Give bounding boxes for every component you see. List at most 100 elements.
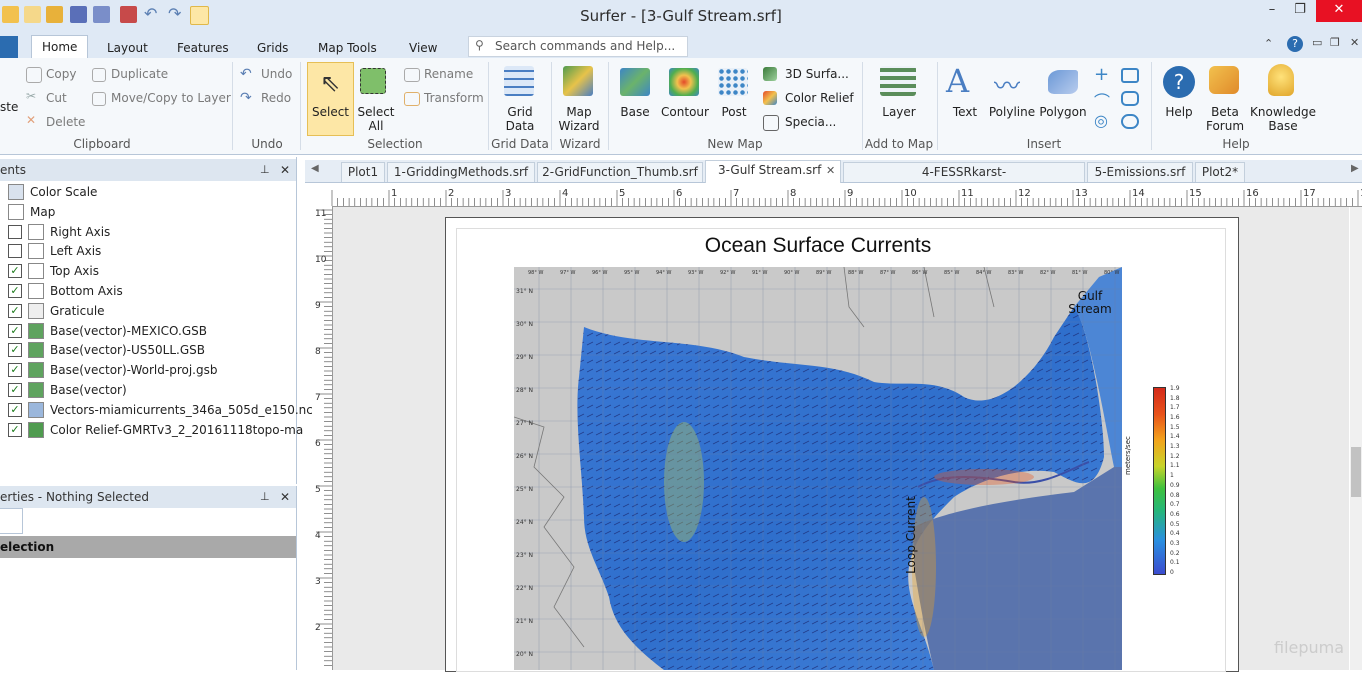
doc-tab[interactable]: 2-GridFunction_Thumb.srf [537,162,703,182]
doc-tab[interactable]: Plot2* [1195,162,1245,182]
select-button[interactable]: ⇖ Select [307,62,354,136]
layer-visibility-checkbox[interactable]: ✓ [8,323,22,338]
tab-home[interactable]: Home [31,35,89,59]
tabs-scroll-left-icon[interactable]: ◀ [311,163,319,174]
tab-close-icon[interactable]: ✕ [826,161,835,180]
minimize-button[interactable]: – [1260,0,1284,22]
search-input[interactable]: ⚲ Search commands and Help... [468,36,688,57]
tree-item[interactable]: ✓ Color Relief-GMRTv3_2_20161118topo-ma [0,420,303,440]
tree-item[interactable]: Left Axis [0,241,296,261]
tree-item[interactable]: ✓ Base(vector)-MEXICO.GSB [0,321,296,341]
panel-close-icon[interactable]: ✕ [280,159,290,181]
vertical-scrollbar[interactable] [1350,207,1362,670]
ellipse-icon[interactable]: ◎ [1094,111,1108,130]
close-button[interactable]: ✕ [1316,0,1362,22]
collapse-ribbon-icon[interactable]: ⌃ [1264,37,1273,50]
move-copy-button[interactable]: Move/Copy to Layer [111,91,231,105]
tree-item[interactable]: ✓ Base(vector) [0,380,296,400]
post-map-button[interactable]: Post [713,105,755,119]
color-relief-button[interactable]: Color Relief [785,91,854,105]
paste-button[interactable]: ste [0,100,18,114]
layer-visibility-checkbox[interactable] [8,244,22,259]
grid-data-button[interactable]: Grid Data [495,105,545,133]
tab-layout[interactable]: Layout [107,38,148,58]
doc-tab[interactable]: 1-GriddingMethods.srf [387,162,535,182]
color-scale-bar[interactable] [1153,387,1166,575]
tree-item[interactable]: ✓ Base(vector)-World-proj.gsb [0,360,296,380]
layer-button[interactable]: Layer [874,105,924,119]
layer-visibility-checkbox[interactable] [8,224,22,239]
help-circle-icon[interactable]: ? [1287,36,1303,52]
maximize-button[interactable]: ❐ [1288,0,1312,22]
copy-button[interactable]: Copy [46,67,76,81]
tab-features[interactable]: Features [177,38,229,58]
doc-tab-active[interactable]: 3-Gulf Stream.srf ✕ [705,160,841,183]
doc-tab[interactable]: Plot1 [341,162,385,182]
contour-map-button[interactable]: Contour [658,105,712,119]
properties-tab[interactable] [0,508,23,534]
3d-surface-button[interactable]: 3D Surfa... [785,67,849,81]
tree-item[interactable]: Right Axis [0,222,296,242]
rectangle-icon[interactable] [1121,68,1139,83]
layer-visibility-checkbox[interactable]: ✓ [8,343,22,358]
transform-button[interactable]: Transform [424,91,484,105]
oval-icon[interactable] [1121,114,1139,129]
redo-button[interactable]: Redo [261,91,291,105]
text-button[interactable]: Text [945,105,985,119]
select-all-button[interactable]: Select All [356,105,396,133]
scrollbar-thumb[interactable] [1351,447,1361,497]
beta-forum-button[interactable]: Beta Forum [1203,105,1247,133]
special-map-button[interactable]: Specia... [785,115,836,129]
ruler-number: 14 [1132,188,1145,199]
add-point-icon[interactable]: + [1094,64,1109,85]
rename-button[interactable]: Rename [424,67,473,81]
map-wizard-button[interactable]: Map Wizard [554,105,604,133]
map-frame[interactable]: 31° N 30° N 29° N 28° N 27° N 26° N 25° N 24° N… [514,267,1122,670]
polyline-button[interactable]: Polyline [987,105,1037,119]
base-map-button[interactable]: Base [614,105,656,119]
layer-visibility-checkbox[interactable]: ✓ [8,363,22,378]
rounded-rectangle-icon[interactable] [1121,91,1139,106]
duplicate-button[interactable]: Duplicate [111,67,168,81]
color-scale-tick-label: 1.2 [1170,452,1180,460]
tabs-scroll-right-icon[interactable]: ▶ [1351,163,1359,174]
tree-item-label: Right Axis [50,224,111,239]
curve-icon[interactable]: ⌒ [1094,88,1110,112]
layer-visibility-checkbox[interactable]: ✓ [8,402,22,417]
file-tab[interactable] [0,36,18,58]
polygon-button[interactable]: Polygon [1037,105,1089,119]
doc-tab[interactable]: 4-FESSRkarst-4_AndrewForrest_Flash.srf [843,162,1085,198]
tab-map-tools[interactable]: Map Tools [318,38,377,58]
tree-item[interactable]: ✓ Graticule [0,301,296,321]
tree-item[interactable]: Map [0,202,296,222]
undo-button[interactable]: Undo [261,67,292,81]
doc-tab[interactable]: 5-Emissions.srf [1087,162,1193,182]
layer-visibility-checkbox[interactable]: ✓ [8,422,22,437]
properties-close-icon[interactable]: ✕ [280,486,290,508]
delete-button[interactable]: Delete [46,115,85,129]
select-all-icon [360,68,386,94]
tree-item[interactable]: ✓ Bottom Axis [0,281,296,301]
color-relief-icon [763,91,777,105]
tab-grids[interactable]: Grids [257,38,288,58]
mdi-restore-icon[interactable]: ❐ [1330,36,1340,49]
tree-item[interactable]: ✓ Top Axis [0,261,296,281]
pin-icon[interactable]: ⊥ [260,159,270,181]
mdi-close-icon[interactable]: ✕ [1350,36,1359,49]
contents-panel: ents ⊥ ✕ Color Scale Map Right Axis Left Ax… [0,157,313,484]
tab-view[interactable]: View [409,38,437,58]
mdi-minimize-icon[interactable]: ▭ [1312,36,1322,49]
layer-visibility-checkbox[interactable]: ✓ [8,383,22,397]
cut-button[interactable]: Cut [46,91,67,105]
layer-visibility-checkbox[interactable]: ✓ [8,303,22,318]
tree-item[interactable]: Color Scale [0,182,296,202]
help-button[interactable]: Help [1159,105,1199,119]
properties-pin-icon[interactable]: ⊥ [260,486,270,508]
tree-item[interactable]: ✓ Base(vector)-US50LL.GSB [0,340,296,360]
knowledge-base-button[interactable]: Knowledge Base [1250,105,1316,133]
layer-visibility-checkbox[interactable]: ✓ [8,284,22,298]
layer-visibility-checkbox[interactable]: ✓ [8,264,22,279]
duplicate-icon [92,68,106,82]
tree-item[interactable]: ✓ Vectors-miamicurrents_346a_505d_e150.nc [0,400,313,420]
tree-item-label: Base(vector)-US50LL.GSB [50,343,205,358]
